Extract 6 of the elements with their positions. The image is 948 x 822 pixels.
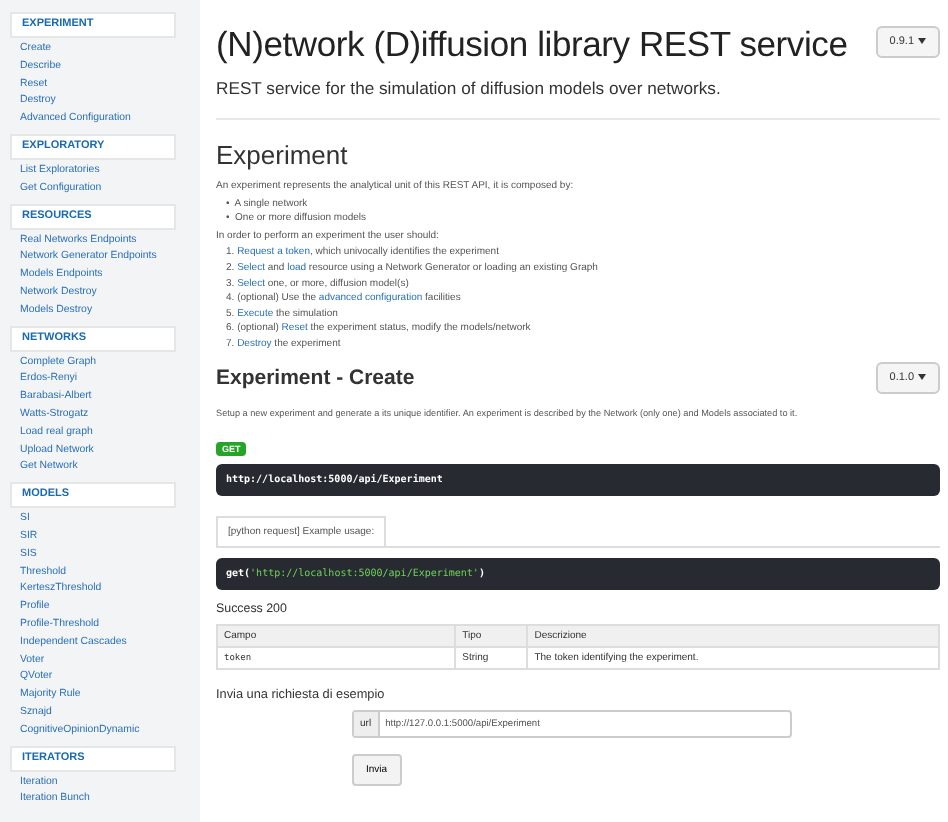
section-title: Experiment (216, 140, 350, 170)
caret-icon (918, 374, 926, 381)
endpoint-title: Experiment - Create (216, 365, 415, 390)
page-subtitle: REST service for the simulation of diffusion models over networks. (216, 78, 723, 98)
caret-icon (918, 38, 926, 44)
page-title: (N)etwork (D)iffusion library REST service (216, 24, 848, 66)
